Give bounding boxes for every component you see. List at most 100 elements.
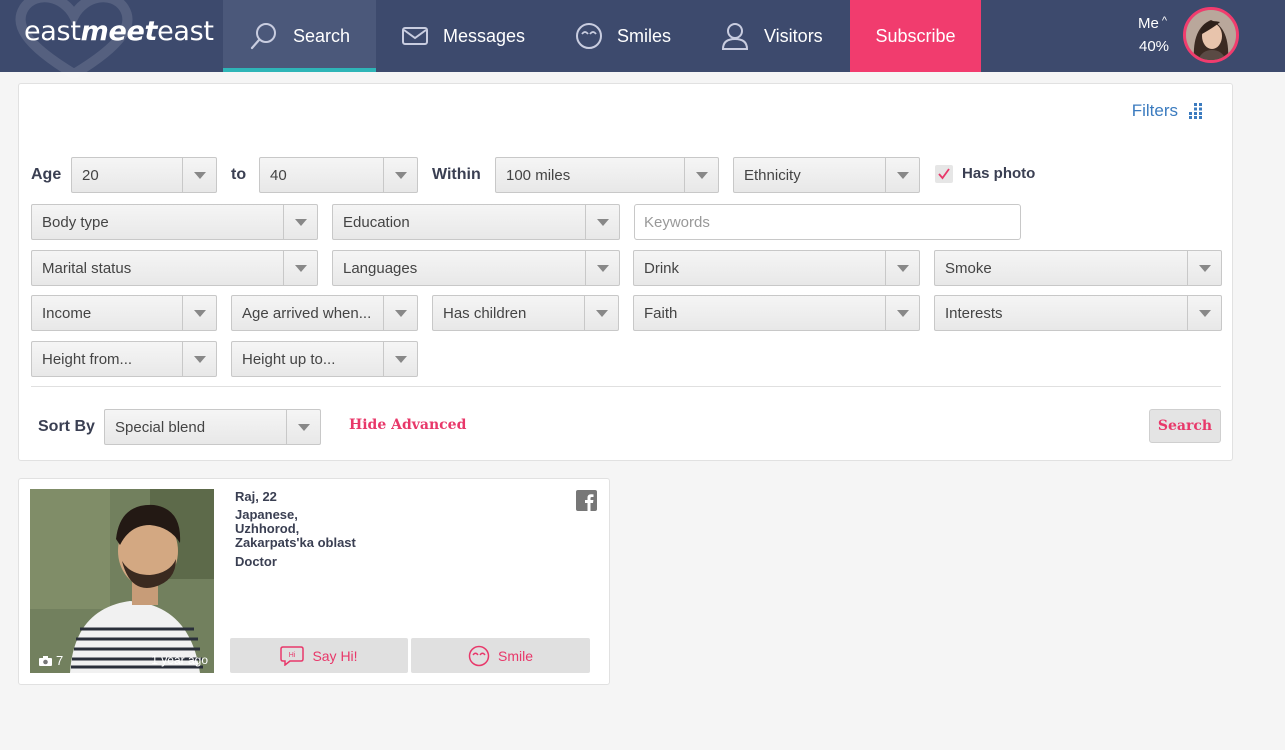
faith-value: Faith bbox=[644, 304, 678, 322]
search-icon bbox=[250, 23, 276, 50]
search-button[interactable]: Search bbox=[1149, 409, 1221, 443]
me-label: Me bbox=[1138, 15, 1159, 32]
nav-search-label: Search bbox=[293, 25, 351, 46]
nav-visitors[interactable]: Visitors bbox=[720, 0, 823, 72]
sort-by-label: Sort By bbox=[38, 418, 95, 435]
profile-photo-illustration-icon bbox=[30, 489, 214, 673]
keywords-input[interactable] bbox=[634, 204, 1021, 240]
chevron-down-icon bbox=[182, 342, 216, 376]
profile-occupation: Doctor bbox=[235, 554, 277, 569]
logo-text-east-2: east bbox=[157, 16, 214, 47]
to-label: to bbox=[231, 166, 247, 183]
drink-select[interactable]: Drink bbox=[633, 250, 920, 286]
chat-hi-icon: Hi bbox=[280, 645, 305, 666]
languages-value: Languages bbox=[343, 259, 418, 277]
sort-value: Special blend bbox=[115, 418, 206, 436]
height-to-value: Height up to... bbox=[242, 350, 336, 368]
logo-text-meet: meet bbox=[80, 16, 158, 47]
income-value: Income bbox=[42, 304, 92, 322]
marital-status-value: Marital status bbox=[42, 259, 132, 277]
avatar-portrait-icon bbox=[1186, 10, 1236, 60]
chevron-down-icon bbox=[383, 342, 417, 376]
subscribe-label: Subscribe bbox=[875, 25, 956, 46]
chevron-down-icon bbox=[584, 296, 618, 330]
chevron-down-icon bbox=[1187, 251, 1221, 285]
smoke-value: Smoke bbox=[945, 259, 992, 277]
camera-icon bbox=[39, 655, 52, 666]
profile-city: Uzhhorod, bbox=[235, 521, 300, 536]
distance-select[interactable]: 100 miles bbox=[495, 157, 719, 193]
chevron-down-icon bbox=[383, 296, 417, 330]
smile-button[interactable]: Smile bbox=[411, 638, 590, 673]
subscribe-button[interactable]: Subscribe bbox=[850, 0, 981, 72]
eastmeeteast-logo[interactable]: eastmeeteast bbox=[24, 16, 214, 56]
chat-hi-icon-text: Hi bbox=[289, 652, 296, 659]
chevron-down-icon bbox=[182, 296, 216, 330]
sort-select[interactable]: Special blend bbox=[104, 409, 321, 445]
profile-photo[interactable]: 7 1 year ago bbox=[30, 489, 214, 673]
say-hi-button[interactable]: Hi Say Hi! bbox=[230, 638, 408, 673]
chevron-down-icon bbox=[885, 296, 919, 330]
nav-smiles[interactable]: Smiles bbox=[575, 0, 671, 72]
facebook-icon[interactable] bbox=[576, 490, 597, 511]
nav-search[interactable]: Search bbox=[223, 0, 376, 72]
age-from-select[interactable]: 20 bbox=[71, 157, 217, 193]
chevron-down-icon bbox=[585, 251, 619, 285]
chevron-down-icon bbox=[383, 158, 417, 192]
photo-count: 7 bbox=[39, 653, 63, 668]
body-type-select[interactable]: Body type bbox=[31, 204, 318, 240]
nav-visitors-label: Visitors bbox=[764, 25, 823, 46]
education-select[interactable]: Education bbox=[332, 204, 620, 240]
facebook-glyph-icon bbox=[585, 494, 594, 511]
age-label: Age bbox=[31, 166, 62, 183]
smile-icon bbox=[576, 23, 602, 49]
search-panel: Filters Age 20 to 40 Within 100 miles Et… bbox=[18, 83, 1233, 461]
chevron-down-icon bbox=[182, 158, 216, 192]
has-photo-checkbox[interactable] bbox=[935, 165, 953, 183]
posted-time: 1 year ago bbox=[151, 653, 208, 667]
distance-value: 100 miles bbox=[506, 166, 571, 184]
smoke-select[interactable]: Smoke bbox=[934, 250, 1222, 286]
height-to-select[interactable]: Height up to... bbox=[231, 341, 418, 377]
marital-status-select[interactable]: Marital status bbox=[31, 250, 318, 286]
nav-messages[interactable]: Messages bbox=[401, 0, 525, 72]
nav-smiles-label: Smiles bbox=[617, 25, 672, 46]
me-menu-toggle[interactable]: Me ^ bbox=[1138, 15, 1167, 32]
filters-link[interactable]: Filters bbox=[1132, 101, 1204, 121]
envelope-icon bbox=[402, 27, 428, 45]
profile-ethnicity: Japanese, bbox=[235, 507, 298, 522]
has-children-select[interactable]: Has children bbox=[432, 295, 619, 331]
age-arrived-value: Age arrived when... bbox=[242, 304, 372, 322]
hide-advanced-link[interactable]: Hide Advanced bbox=[349, 417, 466, 433]
checkmark-icon bbox=[938, 168, 950, 180]
faith-select[interactable]: Faith bbox=[633, 295, 920, 331]
income-select[interactable]: Income bbox=[31, 295, 217, 331]
education-value: Education bbox=[343, 213, 410, 231]
height-from-select[interactable]: Height from... bbox=[31, 341, 217, 377]
age-to-value: 40 bbox=[270, 166, 287, 184]
interests-value: Interests bbox=[945, 304, 1003, 322]
ethnicity-select[interactable]: Ethnicity bbox=[733, 157, 920, 193]
chevron-down-icon bbox=[885, 251, 919, 285]
chevron-down-icon bbox=[684, 158, 718, 192]
ethnicity-value: Ethnicity bbox=[744, 166, 801, 184]
smile-icon bbox=[468, 645, 490, 666]
avatar[interactable] bbox=[1183, 7, 1239, 63]
profile-region: Zakarpats'ka oblast bbox=[235, 535, 356, 550]
chevron-down-icon bbox=[283, 251, 317, 285]
age-arrived-select[interactable]: Age arrived when... bbox=[231, 295, 418, 331]
body-type-value: Body type bbox=[42, 213, 109, 231]
age-to-select[interactable]: 40 bbox=[259, 157, 418, 193]
top-navigation-bar: eastmeeteast Search Messages Smiles Visi… bbox=[0, 0, 1285, 78]
profile-card[interactable]: 7 1 year ago Raj, 22 Japanese, Uzhhorod,… bbox=[18, 478, 610, 685]
logo-text-east: east bbox=[24, 16, 81, 47]
say-hi-label: Say Hi! bbox=[312, 647, 358, 664]
drink-value: Drink bbox=[644, 259, 680, 277]
interests-select[interactable]: Interests bbox=[934, 295, 1222, 331]
has-children-value: Has children bbox=[443, 304, 527, 322]
profile-completion-percent: 40% bbox=[1139, 38, 1170, 55]
smile-label: Smile bbox=[497, 647, 533, 664]
profile-name-age[interactable]: Raj, 22 bbox=[235, 489, 277, 504]
age-from-value: 20 bbox=[82, 166, 99, 184]
languages-select[interactable]: Languages bbox=[332, 250, 620, 286]
